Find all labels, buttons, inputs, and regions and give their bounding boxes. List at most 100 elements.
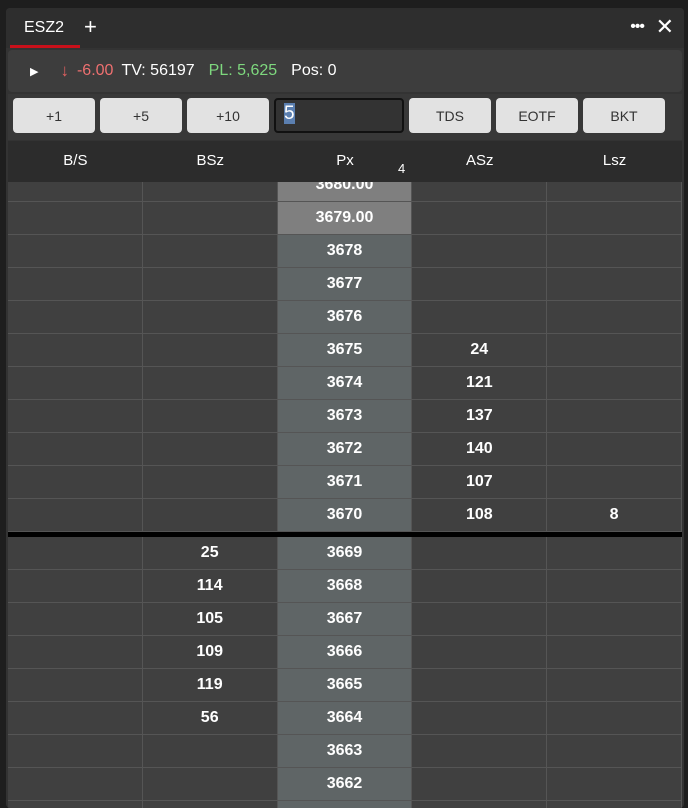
add-tab-icon[interactable]: + — [84, 16, 97, 38]
bs-cell[interactable] — [8, 268, 143, 300]
lsz-cell[interactable] — [547, 466, 682, 498]
bs-cell[interactable] — [8, 735, 143, 767]
px-cell[interactable]: 3679.00 — [277, 202, 413, 234]
bsz-cell[interactable] — [142, 182, 278, 201]
plus-5-button[interactable]: +5 — [100, 98, 182, 133]
asz-cell[interactable]: 108 — [412, 499, 548, 531]
bsz-cell[interactable]: 119 — [142, 669, 278, 701]
lsz-cell[interactable] — [547, 202, 682, 234]
asz-cell[interactable]: 107 — [412, 466, 548, 498]
bs-cell[interactable] — [8, 768, 143, 800]
asz-cell[interactable]: 137 — [412, 400, 548, 432]
bsz-cell[interactable] — [142, 466, 278, 498]
bs-cell[interactable] — [8, 433, 143, 465]
bsz-cell[interactable] — [142, 433, 278, 465]
bs-cell[interactable] — [8, 603, 143, 635]
asz-cell[interactable] — [412, 669, 548, 701]
lsz-cell[interactable] — [547, 400, 682, 432]
asz-cell[interactable]: 121 — [412, 367, 548, 399]
bs-cell[interactable] — [8, 235, 143, 267]
ladder-rows[interactable]: 3680.00 3679.00 3678 3677 3676 3675 24 3674 121 3… — [8, 182, 682, 808]
bs-cell[interactable] — [8, 301, 143, 333]
bs-cell[interactable] — [8, 499, 143, 531]
px-cell[interactable]: 3663 — [277, 735, 413, 767]
bs-cell[interactable] — [8, 400, 143, 432]
asz-cell[interactable] — [412, 202, 548, 234]
asz-cell[interactable] — [412, 702, 548, 734]
expand-icon[interactable]: ▶ — [30, 65, 38, 78]
asz-cell[interactable] — [412, 570, 548, 602]
px-cell[interactable]: 3675 — [277, 334, 413, 366]
lsz-cell[interactable] — [547, 301, 682, 333]
px-cell[interactable]: 3666 — [277, 636, 413, 668]
quantity-input[interactable]: 5 — [274, 98, 404, 133]
asz-cell[interactable] — [412, 301, 548, 333]
bsz-cell[interactable] — [142, 735, 278, 767]
lsz-cell[interactable] — [547, 768, 682, 800]
bs-cell[interactable] — [8, 702, 143, 734]
lsz-cell[interactable] — [547, 433, 682, 465]
bsz-cell[interactable] — [142, 768, 278, 800]
bsz-cell[interactable] — [142, 499, 278, 531]
header-px[interactable]: Px — [278, 141, 413, 182]
bs-cell[interactable] — [8, 367, 143, 399]
header-lsz[interactable]: Lsz — [547, 141, 682, 182]
tds-button[interactable]: TDS — [409, 98, 491, 133]
lsz-cell[interactable] — [547, 334, 682, 366]
more-options-icon[interactable]: ••• — [630, 18, 645, 36]
lsz-cell[interactable] — [547, 367, 682, 399]
asz-cell[interactable]: 140 — [412, 433, 548, 465]
px-cell[interactable]: 3664 — [277, 702, 413, 734]
asz-cell[interactable] — [412, 735, 548, 767]
bsz-cell[interactable] — [142, 301, 278, 333]
asz-cell[interactable] — [412, 182, 548, 201]
asz-cell[interactable] — [412, 636, 548, 668]
bkt-button[interactable]: BKT — [583, 98, 665, 133]
tab-esz2[interactable]: ESZ2 — [10, 8, 80, 48]
asz-cell[interactable] — [412, 768, 548, 800]
px-cell[interactable]: 3677 — [277, 268, 413, 300]
bsz-cell[interactable]: 109 — [142, 636, 278, 668]
px-cell[interactable]: 3670 — [277, 499, 413, 531]
px-cell[interactable]: 3678 — [277, 235, 413, 267]
asz-cell[interactable]: 24 — [412, 334, 548, 366]
px-cell[interactable]: 3673 — [277, 400, 413, 432]
plus-10-button[interactable]: +10 — [187, 98, 269, 133]
bsz-cell[interactable] — [142, 235, 278, 267]
lsz-cell[interactable] — [547, 636, 682, 668]
bs-cell[interactable] — [8, 334, 143, 366]
close-icon[interactable]: ✕ — [656, 15, 674, 39]
lsz-cell[interactable] — [547, 669, 682, 701]
bs-cell[interactable] — [8, 669, 143, 701]
bsz-cell[interactable] — [142, 400, 278, 432]
header-bs[interactable]: B/S — [8, 141, 143, 182]
px-cell[interactable]: 3662 — [277, 768, 413, 800]
lsz-cell[interactable] — [547, 537, 682, 569]
asz-cell[interactable] — [412, 235, 548, 267]
bsz-cell[interactable] — [142, 268, 278, 300]
lsz-cell[interactable] — [547, 702, 682, 734]
lsz-cell[interactable] — [547, 182, 682, 201]
header-bsz[interactable]: BSz — [143, 141, 278, 182]
bsz-cell[interactable] — [142, 202, 278, 234]
bs-cell[interactable] — [8, 182, 143, 201]
px-cell[interactable]: 3680.00 — [277, 182, 413, 201]
bsz-cell[interactable]: 105 — [142, 603, 278, 635]
lsz-cell[interactable] — [547, 735, 682, 767]
eotf-button[interactable]: EOTF — [496, 98, 578, 133]
bsz-cell[interactable]: 56 — [142, 702, 278, 734]
bs-cell[interactable] — [8, 202, 143, 234]
bs-cell[interactable] — [8, 636, 143, 668]
bsz-cell[interactable] — [142, 334, 278, 366]
bsz-cell[interactable]: 25 — [142, 537, 278, 569]
bs-cell[interactable] — [8, 570, 143, 602]
px-cell[interactable]: 3668 — [277, 570, 413, 602]
plus-1-button[interactable]: +1 — [13, 98, 95, 133]
bs-cell[interactable] — [8, 466, 143, 498]
px-cell[interactable]: 3669 — [277, 537, 413, 569]
bsz-cell[interactable]: 114 — [142, 570, 278, 602]
bsz-cell[interactable] — [142, 367, 278, 399]
px-cell[interactable]: 3671 — [277, 466, 413, 498]
px-cell[interactable]: 3676 — [277, 301, 413, 333]
px-cell[interactable]: 3672 — [277, 433, 413, 465]
